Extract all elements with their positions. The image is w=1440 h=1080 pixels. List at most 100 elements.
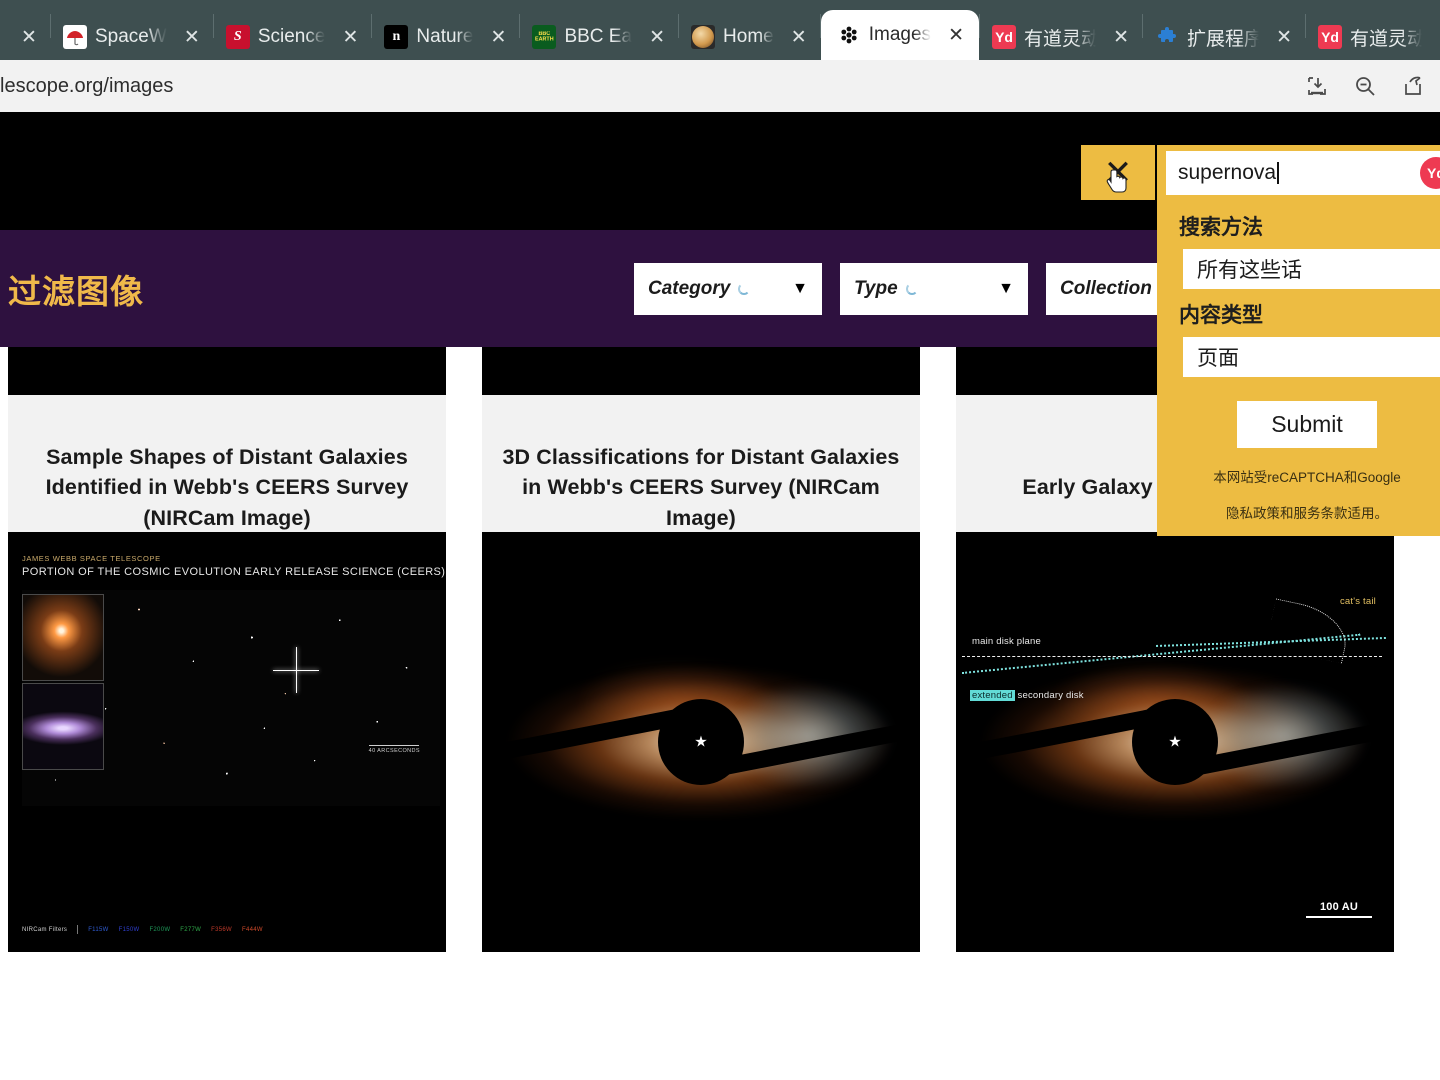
tab-close-icon[interactable]: ✕: [18, 26, 40, 48]
tab-title: SpaceW: [95, 26, 167, 47]
zoom-out-icon[interactable]: [1352, 73, 1378, 99]
tab-title: BBC Ea: [564, 26, 633, 47]
browser-tab[interactable]: Yd 有道灵动 ✕: [980, 14, 1142, 60]
loading-spinner-icon: [738, 282, 751, 295]
disk-image-annotated: ★ cat's tail main disk plane extended se…: [956, 532, 1394, 952]
browser-tab[interactable]: n Nature ✕: [372, 14, 519, 60]
image-thumbnail-row: JAMES WEBB SPACE TELESCOPE PORTION OF TH…: [0, 532, 1440, 952]
search-input[interactable]: supernova Yd: [1166, 151, 1440, 195]
disk-scale-label: 100 AU: [1319, 901, 1359, 913]
ceers-filter-f150w: F150W: [118, 926, 140, 933]
card-title[interactable]: Sample Shapes of Distant Galaxies Identi…: [22, 442, 432, 534]
address-bar-url[interactable]: lescope.org/images: [0, 75, 173, 98]
Yd-icon: Yd: [1318, 25, 1343, 49]
tab-title: Home: [723, 26, 774, 47]
tab-close-icon[interactable]: ✕: [1110, 26, 1132, 48]
annotation-cats-tail: cat's tail: [1339, 596, 1376, 607]
recaptcha-legal-text: 本网站受reCAPTCHA和Google 隐私政策和服务条款适用。: [1157, 448, 1440, 522]
category-select[interactable]: Category ▼: [634, 262, 822, 315]
ceers-filter-f200w: F200W: [149, 926, 171, 933]
planet-icon-icon: [691, 25, 716, 49]
search-panel-body: 搜索方法 所有这些话 内容类型 页面 Submit 本网站受reCAPTCHA和…: [1157, 155, 1440, 522]
umbrella-icon-icon: [63, 25, 87, 49]
central-star-icon: ★: [694, 733, 708, 751]
recaptcha-legal-line1: 本网站受reCAPTCHA和Google: [1213, 470, 1401, 485]
card-thumbnail-bottom-edge: [8, 347, 446, 395]
puzzle-piece-icon-icon: [1155, 25, 1179, 49]
type-select[interactable]: Type ▼: [840, 262, 1028, 315]
loading-spinner-icon: [905, 282, 918, 295]
install-app-icon[interactable]: [1304, 73, 1330, 99]
thumbnail-ceers-survey[interactable]: JAMES WEBB SPACE TELESCOPE PORTION OF TH…: [8, 532, 446, 952]
category-select-label: Category: [648, 277, 731, 299]
content-type-select[interactable]: 页面: [1183, 337, 1440, 377]
browser-tab[interactable]: Home ✕: [679, 14, 820, 60]
tab-close-icon[interactable]: ✕: [487, 26, 509, 48]
Yd-icon: Yd: [992, 25, 1017, 49]
BBC EARTH-icon: BBC EARTH: [532, 25, 557, 49]
annotation-extended-secondary-disk: extended secondary disk: [970, 690, 1084, 701]
youdao-badge-icon[interactable]: Yd: [1420, 157, 1440, 189]
annotation-secondary-disk-text: secondary disk: [1014, 690, 1084, 701]
tab-close-icon[interactable]: ✕: [1273, 26, 1295, 48]
tab-title: Science: [257, 26, 326, 47]
browser-tab[interactable]: BBC EARTH BBC Ea ✕: [520, 14, 678, 60]
tab-close-icon[interactable]: ✕: [788, 26, 810, 48]
diffraction-spike-star-icon: [273, 647, 319, 693]
chevron-down-icon: ▼: [998, 279, 1014, 297]
submit-button[interactable]: Submit: [1237, 401, 1377, 448]
ceers-scale-label: 40 ARCSECONDS: [368, 748, 420, 754]
S-icon: S: [225, 25, 250, 49]
search-input-value: supernova: [1178, 161, 1277, 184]
search-method-select[interactable]: 所有这些话: [1183, 249, 1440, 289]
browser-tab[interactable]: SpaceW ✕: [51, 14, 213, 60]
browser-tab[interactable]: S Science ✕: [214, 14, 372, 60]
browser-tab[interactable]: Yd 有道灵动 ✕: [1306, 14, 1440, 60]
browser-tab-active[interactable]: Images ✕: [820, 10, 980, 60]
disk-scale-bar: 100 AU: [1306, 901, 1372, 918]
browser-tab[interactable]: 扩展程序 ✕: [1143, 14, 1305, 60]
type-select-label: Type: [854, 277, 898, 299]
text-caret: [1277, 162, 1279, 184]
thumbnail-protoplanetary-disk[interactable]: ★: [482, 532, 920, 952]
webb-mirror-icon-icon: [837, 23, 861, 47]
content-type-value: 页面: [1197, 347, 1239, 370]
share-icon[interactable]: [1400, 73, 1426, 99]
ceers-scale-bar: 40 ARCSECONDS: [368, 745, 420, 754]
search-panel: 搜索方法 所有这些话 内容类型 页面 Submit 本网站受reCAPTCHA和…: [1157, 145, 1440, 536]
submit-row: Submit: [1157, 377, 1440, 448]
tab-close-icon[interactable]: ✕: [339, 26, 361, 48]
mouse-cursor: [1106, 168, 1132, 198]
disk-image: ★: [482, 532, 920, 952]
ceers-filters-label: NIRCam Filters: [22, 926, 68, 933]
central-star-icon: ★: [1168, 733, 1182, 751]
tab-close-icon[interactable]: ✕: [181, 26, 203, 48]
ceers-filter-f444w: F444W: [241, 926, 263, 933]
tab-title: 有道灵动: [1024, 28, 1097, 50]
ceers-filter-legend: NIRCam Filters F115W F150W F200W F277W F356W F…: [22, 925, 263, 934]
legend-separator: [77, 925, 79, 934]
card-thumbnail-bottom-edge: [482, 347, 920, 395]
chevron-down-icon: ▼: [792, 279, 808, 297]
search-method-label: 搜索方法: [1179, 216, 1263, 239]
ceers-title: PORTION OF THE COSMIC EVOLUTION EARLY RE…: [22, 566, 446, 578]
thumbnail-protoplanetary-disk-annotated[interactable]: ★ cat's tail main disk plane extended se…: [956, 532, 1394, 952]
toolbar-icon-group: [1304, 73, 1440, 99]
card-title[interactable]: 3D Classifications for Distant Galaxies …: [496, 442, 906, 534]
tab-close-icon[interactable]: ✕: [945, 24, 967, 46]
browser-toolbar: lescope.org/images: [0, 60, 1440, 112]
browser-tab-bar: ✕ SpaceW ✕ S Science ✕ n Nature ✕ BBC EARTH BBC Ea ✕…: [0, 0, 1440, 60]
ceers-filter-f356w: F356W: [211, 926, 232, 933]
tab-title: 扩展程序: [1187, 28, 1260, 50]
tab-strip: ✕ SpaceW ✕ S Science ✕ n Nature ✕ BBC EARTH BBC Ea ✕…: [0, 0, 1440, 60]
ceers-filter-f277w: F277W: [180, 926, 202, 933]
search-method-value: 所有这些话: [1197, 259, 1302, 282]
browser-tab[interactable]: ✕: [0, 14, 50, 60]
tab-title: Images: [868, 24, 932, 45]
tab-close-icon[interactable]: ✕: [1436, 26, 1440, 48]
tab-close-icon[interactable]: ✕: [646, 26, 668, 48]
content-type-label: 内容类型: [1179, 304, 1263, 327]
annotation-extended-highlight: extended: [970, 690, 1015, 701]
tab-title: 有道灵动: [1350, 28, 1423, 50]
collection-select-label: Collection: [1060, 277, 1152, 299]
